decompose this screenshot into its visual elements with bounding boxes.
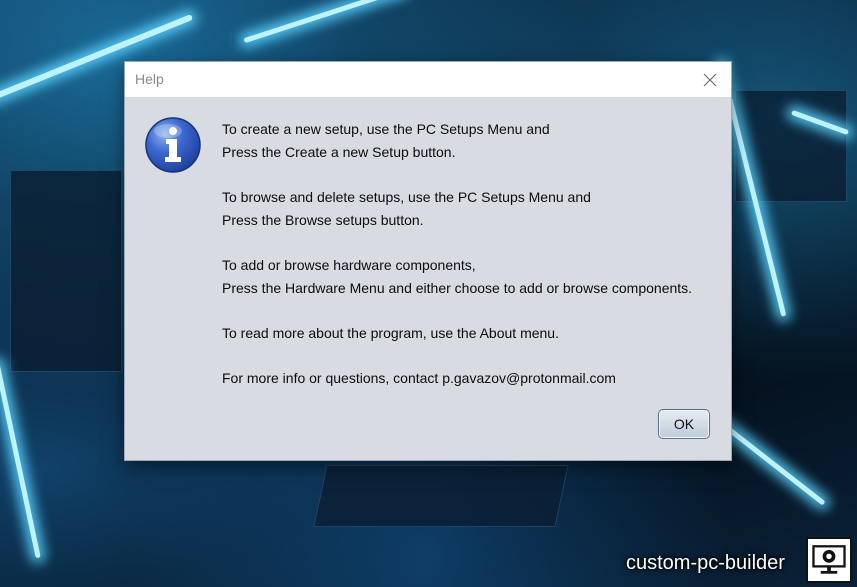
- gear-computer-logo-icon: [806, 537, 852, 583]
- help-text-line: To read more about the program, use the …: [222, 325, 559, 341]
- help-message: To create a new setup, use the PC Setups…: [222, 118, 722, 412]
- brand-text: custom-pc-builder: [626, 552, 785, 574]
- help-paragraph: For more info or questions, contact p.ga…: [222, 367, 722, 390]
- close-button[interactable]: [689, 62, 731, 97]
- help-paragraph: To browse and delete setups, use the PC …: [222, 186, 722, 232]
- help-text-line: Press the Browse setups button.: [222, 212, 424, 228]
- dialog-title: Help: [135, 71, 164, 87]
- help-text-line: Press the Hardware Menu and either choos…: [222, 280, 693, 296]
- dialog-titlebar[interactable]: Help: [125, 62, 731, 97]
- help-text-line: For more info or questions, contact p.ga…: [222, 370, 616, 386]
- ok-button[interactable]: OK: [658, 409, 710, 439]
- info-icon: [145, 117, 201, 173]
- background-panel: [313, 465, 569, 527]
- help-paragraph: To add or browse hardware components, Pre…: [222, 254, 722, 300]
- help-text-line: Press the Create a new Setup button.: [222, 144, 456, 160]
- background-glow: [0, 361, 41, 559]
- help-text-line: To create a new setup, use the PC Setups…: [222, 121, 550, 137]
- close-icon: [703, 73, 717, 86]
- help-text-line: To add or browse hardware components,: [222, 257, 476, 273]
- help-paragraph: To read more about the program, use the …: [222, 322, 722, 345]
- background-glow: [243, 0, 407, 44]
- help-text-line: To browse and delete setups, use the PC …: [222, 189, 591, 205]
- help-dialog: Help To create a new setup, use the PC S…: [125, 62, 731, 460]
- help-paragraph: To create a new setup, use the PC Setups…: [222, 118, 722, 164]
- background-panel: [10, 170, 122, 372]
